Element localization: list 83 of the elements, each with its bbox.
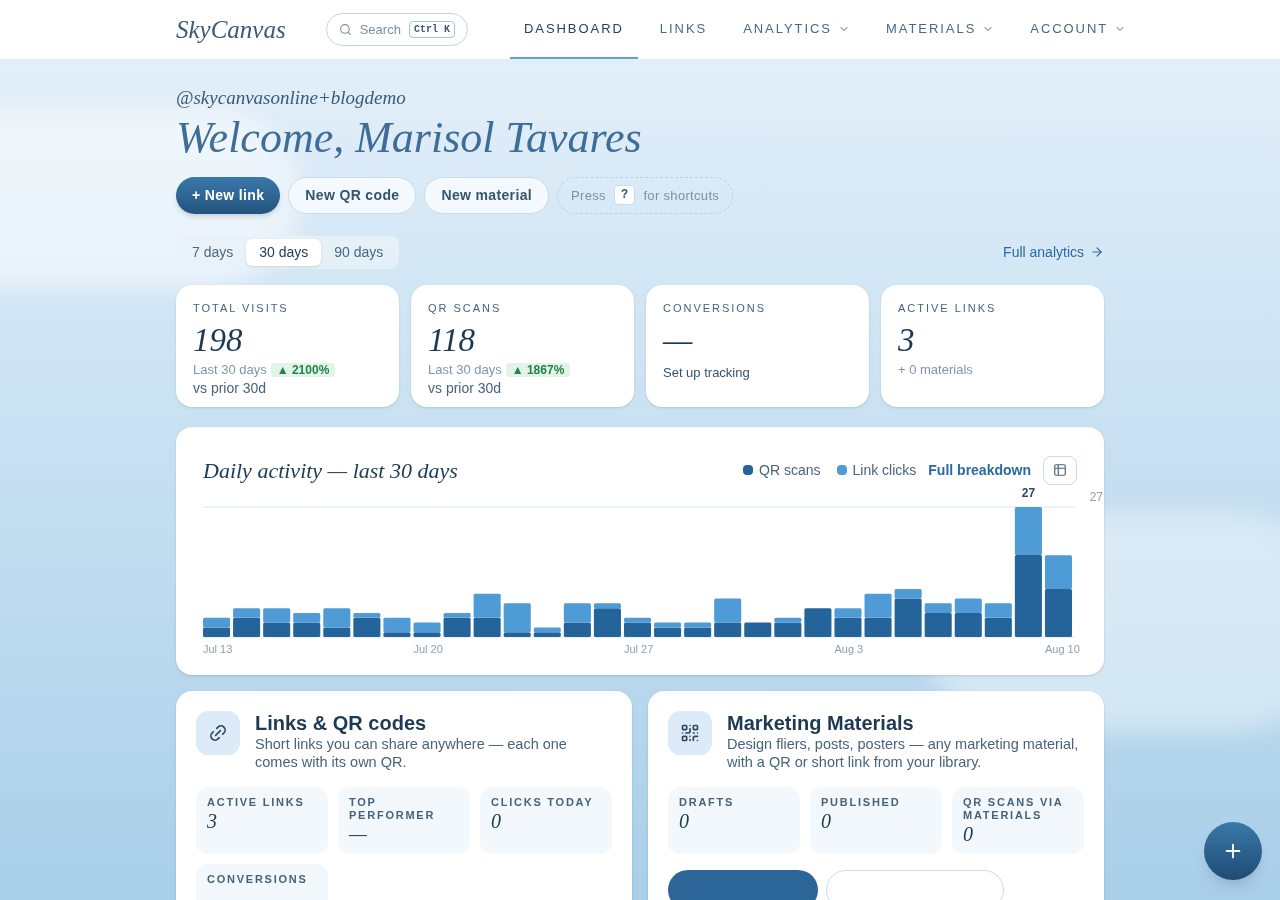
stat-value: 198 (193, 321, 244, 361)
stat-value: 118 (428, 321, 477, 361)
axis-tick-label: Jul 20 (413, 642, 443, 655)
card-action-button[interactable] (668, 869, 818, 900)
nav-tab[interactable]: ACCOUNT (1016, 0, 1141, 59)
range-tab[interactable]: 90 days (321, 238, 397, 266)
metric-value: 0 (491, 808, 502, 833)
chart-bar (864, 593, 892, 618)
chart-bar (744, 622, 772, 637)
stat-note: + 0 materials (898, 362, 973, 378)
card-description: Short links you can share anywhere — each one comes with its own QR. (255, 734, 568, 771)
metric-value: 0 (963, 821, 974, 846)
metric-label: QR SCANS VIA MATERIALS (963, 795, 1065, 822)
shortcut-key: Ctrl K (408, 21, 455, 38)
stat-value: — (663, 321, 694, 361)
change-badge: ▲ 2100% (270, 363, 336, 378)
full-breakdown-link[interactable]: Full breakdown (928, 459, 1031, 481)
metric-label: CLICKS TODAY (491, 795, 595, 809)
chart-bar (984, 603, 1012, 618)
search-icon (338, 23, 352, 36)
action-button[interactable]: New material (424, 176, 550, 214)
stat-value: 3 (898, 321, 916, 361)
shortcut-key: ? (613, 185, 636, 206)
full-analytics-link[interactable]: Full analytics (1003, 241, 1104, 263)
card-title: Links & QR codes (255, 710, 428, 735)
chart-bar (473, 617, 501, 637)
chart-bar (203, 627, 231, 637)
stat-suffix: vs prior 30d (428, 379, 502, 398)
range-tab[interactable]: 7 days (179, 238, 247, 266)
table-view-button[interactable] (1043, 455, 1077, 485)
chart-bar (563, 603, 591, 623)
axis-tick-label: Jul 27 (623, 642, 654, 655)
axis-tick-label: Jul 13 (203, 642, 233, 655)
nav-tab[interactable]: MATERIALS (872, 0, 1009, 59)
table-icon (1053, 463, 1067, 478)
change-badge: ▲ 1867% (505, 363, 571, 378)
chart-bar (864, 617, 892, 637)
account-handle: @skycanvasonline+blogdemo (176, 86, 407, 110)
chart-bar (473, 593, 501, 618)
stat-note: Last 30 days (428, 362, 502, 378)
action-button[interactable]: New QR code (288, 176, 417, 214)
metric-label: TOP PERFORMER (349, 795, 437, 822)
brand-logo[interactable]: SkyCanvas (176, 10, 286, 49)
stat-label: TOTAL VISITS (193, 300, 290, 316)
card-description: Design fliers, posts, posters — any marketing material, with a QR or short link from your library. (727, 734, 1080, 771)
metric-value: 0 (679, 808, 690, 833)
legend-label: QR scans (759, 460, 821, 480)
axis-tick-label: Aug 10 (1044, 642, 1080, 655)
legend-label: Link clicks (852, 460, 917, 480)
add-button[interactable] (1204, 822, 1262, 880)
metric-label: PUBLISHED (821, 795, 902, 809)
stat-label: CONVERSIONS (663, 300, 768, 316)
search-placeholder: Search (359, 20, 401, 39)
stat-label: ACTIVE LINKS (898, 300, 998, 316)
max-value-label: 27 (1089, 489, 1103, 504)
hint-text: Press (571, 186, 606, 205)
hint-text: for shortcuts (643, 186, 720, 205)
peak-value-label: 27 (1021, 485, 1036, 500)
metric-value: — (349, 821, 368, 846)
action-button[interactable]: + New link (176, 176, 281, 214)
chart-bar (203, 617, 231, 628)
setup-tracking-link[interactable]: Set up tracking (663, 365, 750, 381)
chart-bar (804, 607, 832, 637)
metric-label: CONVERSIONS (207, 872, 309, 886)
chart-title: Daily activity — last 30 days (203, 456, 458, 485)
chart-bar (293, 612, 321, 623)
chart-bar (263, 607, 291, 623)
stat-note: Last 30 days (193, 362, 267, 378)
metric-label: ACTIVE LINKS (207, 795, 306, 809)
axis-tick-label: Aug 3 (834, 642, 864, 655)
nav-tab[interactable]: ANALYTICS (729, 0, 864, 59)
nav-tab[interactable]: DASHBOARD (509, 0, 638, 59)
chart-bar (984, 617, 1012, 637)
stat-label: QR SCANS (428, 300, 503, 316)
stat-suffix: vs prior 30d (193, 379, 267, 398)
nav-tab[interactable]: LINKS (645, 0, 722, 59)
welcome-heading: Welcome, Marisol Tavares (176, 111, 643, 164)
metric-value: 0 (821, 808, 832, 833)
metric-value: 3 (207, 808, 218, 833)
qr-code-icon (680, 722, 700, 743)
range-tab[interactable]: 30 days (246, 238, 322, 266)
card-title: Marketing Materials (727, 710, 915, 735)
metric-label: DRAFTS (679, 795, 736, 809)
